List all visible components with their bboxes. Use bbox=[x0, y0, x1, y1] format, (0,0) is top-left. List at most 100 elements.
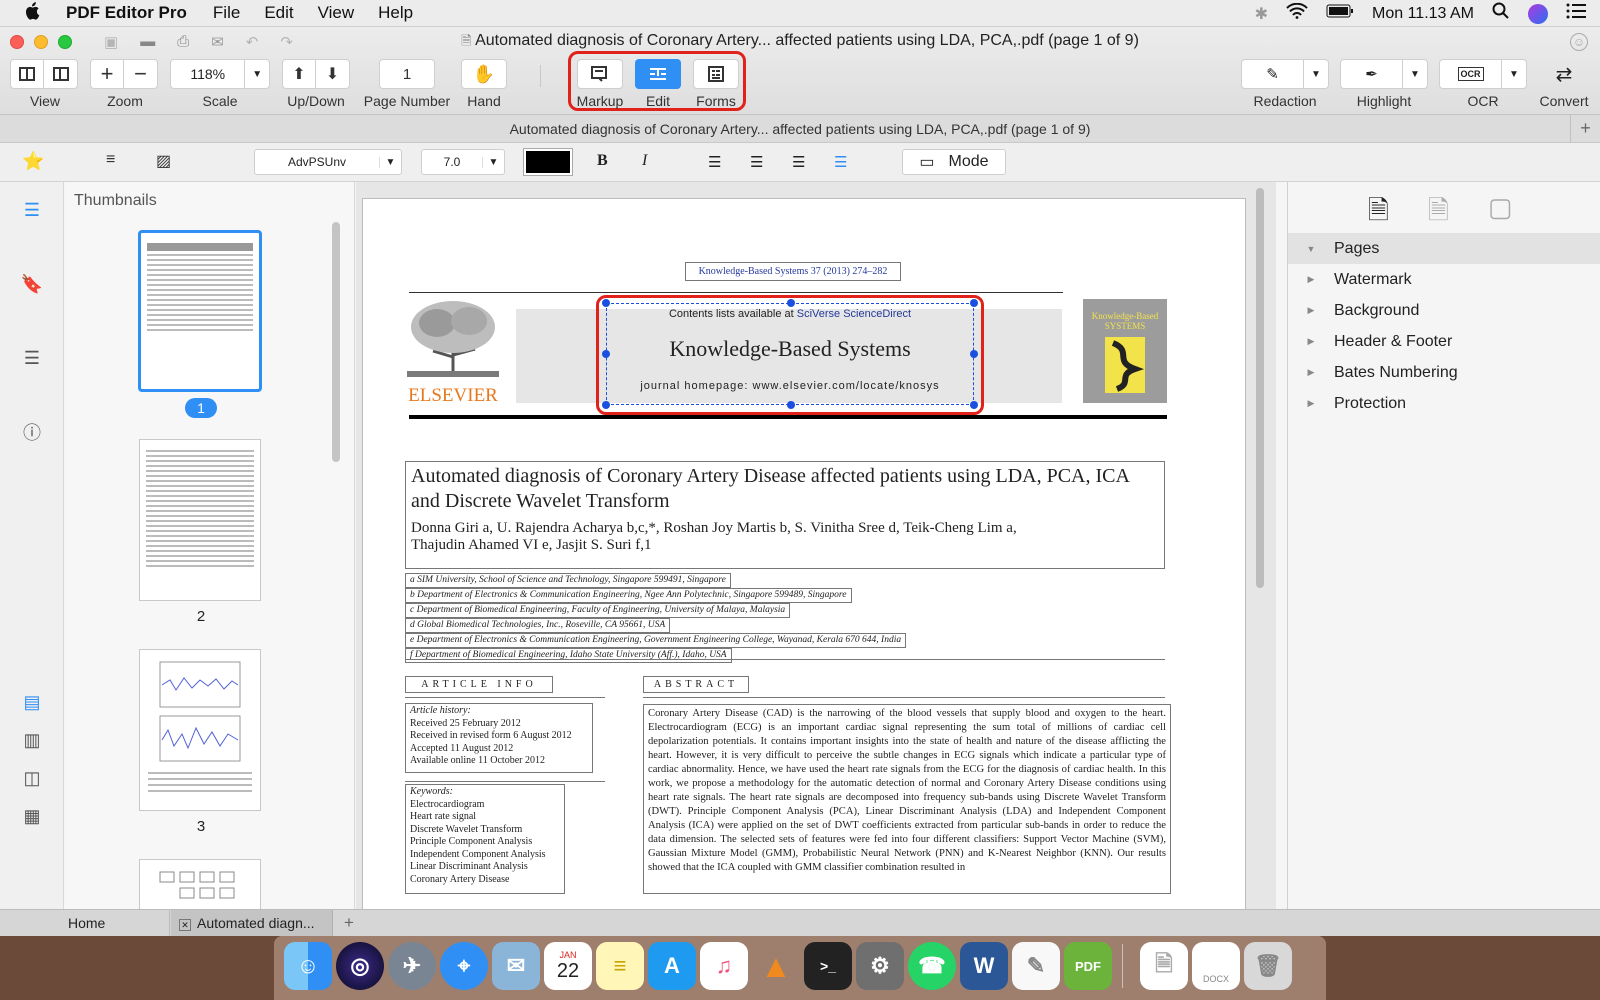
zoom-in-button[interactable]: + bbox=[90, 59, 124, 89]
music-icon[interactable]: ♫ bbox=[700, 942, 748, 990]
panel-item-bates-numbering[interactable]: ▶ Bates Numbering bbox=[1288, 357, 1600, 388]
word-icon[interactable]: W bbox=[960, 942, 1008, 990]
add-text-icon[interactable]: ≡ bbox=[106, 151, 115, 169]
feedback-smiley-icon[interactable]: ☺ bbox=[1570, 33, 1588, 51]
outline-list-icon[interactable]: ☰ bbox=[18, 346, 46, 370]
two-page-view-icon[interactable] bbox=[44, 59, 78, 89]
tab-home[interactable]: Home bbox=[0, 910, 170, 936]
affiliation[interactable]: c Department of Biomedical Engineering, … bbox=[405, 603, 791, 618]
finder-icon[interactable]: ☺ bbox=[284, 942, 332, 990]
system-preferences-icon[interactable]: ⚙ bbox=[856, 942, 904, 990]
redaction-icon[interactable]: ✎ bbox=[1242, 60, 1304, 88]
terminal-icon[interactable]: >_ bbox=[804, 942, 852, 990]
thumbnail-page-3[interactable] bbox=[139, 649, 261, 811]
resize-handle[interactable] bbox=[787, 299, 795, 307]
info-icon[interactable]: ⓘ bbox=[18, 420, 46, 444]
align-left-icon[interactable]: ☰ bbox=[708, 153, 721, 171]
calendar-icon[interactable]: JAN 22 bbox=[544, 942, 592, 990]
whatsapp-icon[interactable]: ☎ bbox=[908, 942, 956, 990]
affiliation[interactable]: a SIM University, School of Science and … bbox=[405, 573, 731, 588]
affiliation[interactable]: d Global Biomedical Technologies, Inc., … bbox=[405, 618, 671, 633]
apple-menu-icon[interactable] bbox=[24, 1, 40, 25]
close-tab-icon[interactable]: ✕ bbox=[179, 919, 191, 931]
panel-item-header-footer[interactable]: ▶ Header & Footer bbox=[1288, 326, 1600, 357]
add-image-icon[interactable]: ▨ bbox=[156, 151, 171, 171]
notification-center-icon[interactable] bbox=[1566, 3, 1586, 24]
page-layout-icon[interactable]: ▢ bbox=[1488, 192, 1513, 223]
bookmarks-icon[interactable]: 🔖 bbox=[18, 272, 46, 296]
thumbnails-scrollbar[interactable] bbox=[332, 222, 340, 462]
app-menu[interactable]: PDF Editor Pro bbox=[66, 3, 187, 23]
page-number-input[interactable]: 1 bbox=[379, 59, 435, 89]
text-selection-box[interactable]: Contents lists available at SciVerse Sci… bbox=[602, 299, 978, 409]
thumbnail-page-1[interactable] bbox=[138, 230, 262, 392]
battery-icon[interactable] bbox=[1326, 4, 1354, 23]
affiliation[interactable]: e Department of Electronics & Communicat… bbox=[405, 633, 907, 648]
clock[interactable]: Mon 11.13 AM bbox=[1372, 5, 1474, 23]
mail-stamp-icon[interactable]: ✉ bbox=[492, 942, 540, 990]
siri-dock-icon[interactable]: ◎ bbox=[336, 942, 384, 990]
font-size-select[interactable]: 7.0 ▼ bbox=[421, 149, 505, 175]
forms-mode-button[interactable] bbox=[693, 59, 739, 89]
page-down-icon[interactable]: ⬇ bbox=[316, 59, 350, 89]
select-text-cursor-icon[interactable]: ⭐ bbox=[22, 151, 44, 172]
vertical-scrollbar[interactable] bbox=[1256, 188, 1264, 588]
menu-file[interactable]: File bbox=[213, 3, 240, 23]
menu-edit[interactable]: Edit bbox=[264, 3, 293, 23]
panel-item-protection[interactable]: ▶ Protection bbox=[1288, 388, 1600, 419]
launchpad-icon[interactable]: ✈ bbox=[388, 942, 436, 990]
title-authors-block[interactable]: Automated diagnosis of Coronary Artery D… bbox=[405, 461, 1165, 569]
ocr-icon[interactable]: OCR bbox=[1440, 60, 1502, 88]
align-center-icon[interactable]: ☰ bbox=[750, 153, 763, 171]
edit-mode-button[interactable] bbox=[635, 59, 681, 89]
zoom-out-button[interactable]: − bbox=[124, 59, 158, 89]
trash-icon[interactable]: 🗑 bbox=[1244, 942, 1292, 990]
thumbnail-page-2[interactable] bbox=[139, 439, 261, 601]
hand-tool-icon[interactable]: ✋ bbox=[461, 59, 507, 89]
chevron-down-icon[interactable]: ▼ bbox=[1502, 60, 1526, 88]
font-family-select[interactable]: AdvPSUnv ▼ bbox=[254, 149, 402, 175]
resize-handle[interactable] bbox=[970, 350, 978, 358]
notes-icon[interactable]: ≡ bbox=[596, 942, 644, 990]
vlc-icon[interactable]: ▲ bbox=[752, 942, 800, 990]
safari-icon[interactable]: ⌖ bbox=[440, 942, 488, 990]
resize-handle[interactable] bbox=[787, 401, 795, 409]
text-edit-icon[interactable]: ✎ bbox=[1012, 942, 1060, 990]
italic-button[interactable]: I bbox=[642, 152, 647, 170]
article-history[interactable]: Article history: Received 25 February 20… bbox=[405, 703, 593, 773]
affiliation[interactable]: b Department of Electronics & Communicat… bbox=[405, 588, 852, 603]
article-info-heading[interactable]: ARTICLE INFO bbox=[405, 676, 553, 693]
resize-handle[interactable] bbox=[602, 299, 610, 307]
single-page-view-icon[interactable] bbox=[10, 59, 44, 89]
highlighter-icon[interactable]: ✒ bbox=[1341, 60, 1403, 88]
docx-file-icon[interactable]: DOCX bbox=[1192, 942, 1240, 990]
bluetooth-icon[interactable]: ✱ bbox=[1255, 4, 1268, 24]
wifi-icon[interactable] bbox=[1286, 2, 1308, 24]
align-justify-icon[interactable]: ☰ bbox=[834, 153, 847, 171]
ocr-dropdown[interactable]: OCR ▼ bbox=[1439, 59, 1527, 89]
siri-icon[interactable] bbox=[1528, 3, 1548, 24]
two-page-layout-icon[interactable]: ◫ bbox=[18, 766, 46, 790]
abstract-text[interactable]: Coronary Artery Disease (CAD) is the nar… bbox=[643, 704, 1171, 894]
markup-mode-button[interactable] bbox=[577, 59, 623, 89]
redaction-dropdown[interactable]: ✎ ▼ bbox=[1241, 59, 1329, 89]
convert-icon[interactable]: ⇄ bbox=[1544, 59, 1584, 89]
resize-handle[interactable] bbox=[970, 401, 978, 409]
new-tab-plus-icon[interactable]: + bbox=[1570, 115, 1600, 143]
panel-item-pages[interactable]: ▼ Pages bbox=[1288, 233, 1600, 264]
chevron-down-icon[interactable]: ▼ bbox=[1403, 60, 1427, 88]
resize-handle[interactable] bbox=[970, 299, 978, 307]
add-tab-button[interactable]: + bbox=[344, 910, 354, 936]
continuous-layout-icon[interactable]: ▥ bbox=[18, 728, 46, 752]
panel-item-background[interactable]: ▶ Background bbox=[1288, 295, 1600, 326]
tab-document[interactable]: ✕ Automated diagn... bbox=[171, 910, 333, 936]
align-right-icon[interactable]: ☰ bbox=[792, 153, 805, 171]
pdf-editor-icon[interactable]: PDF bbox=[1064, 942, 1112, 990]
grid-layout-icon[interactable]: ▦ bbox=[18, 804, 46, 828]
page-up-icon[interactable]: ⬆ bbox=[282, 59, 316, 89]
menu-help[interactable]: Help bbox=[378, 3, 413, 23]
sciencedirect-link[interactable]: SciVerse ScienceDirect bbox=[797, 308, 911, 320]
bold-button[interactable]: B bbox=[597, 152, 608, 170]
document-file-icon[interactable]: 🗎 bbox=[1140, 942, 1188, 990]
mode-button[interactable]: ▭ Mode bbox=[902, 149, 1006, 175]
